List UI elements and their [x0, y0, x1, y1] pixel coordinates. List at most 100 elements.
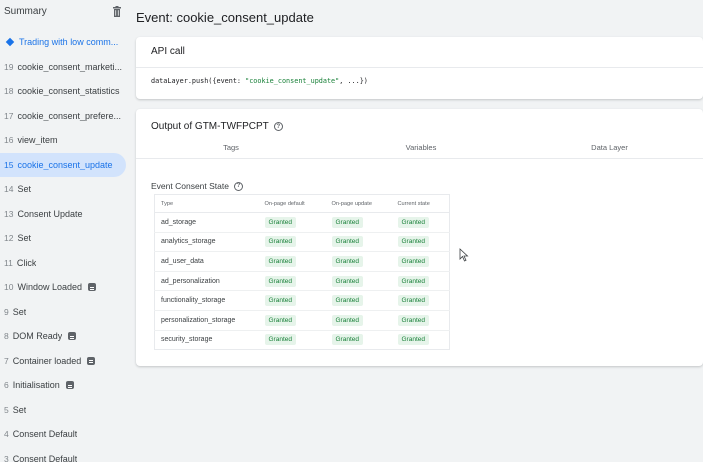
table-row: personalization_storage Granted Granted Gra… [154, 310, 450, 331]
column-header-current: Current state [391, 194, 450, 213]
sidebar-item-number: 15 [4, 159, 14, 170]
sidebar-item-number: 19 [4, 61, 14, 72]
summary-link[interactable]: Summary [4, 6, 47, 17]
sidebar-item[interactable]: 18 cookie_consent_statistics [0, 79, 131, 104]
output-title: Output of GTM-TWFPCPT [151, 121, 269, 132]
status-badge: Granted [397, 275, 429, 287]
sidebar-item[interactable]: 10 Window Loaded [0, 275, 131, 300]
sidebar-item[interactable]: 3 Consent Default [0, 447, 131, 462]
consent-type-cell: ad_storage [154, 212, 259, 233]
status-badge: Granted [397, 295, 429, 307]
status-badge: Granted [331, 255, 363, 267]
status-badge: Granted [397, 314, 429, 326]
sidebar-item-number: 13 [4, 208, 14, 219]
tab-data-layer[interactable]: Data Layer [516, 137, 703, 158]
container-item[interactable]: Trading with low comm... [0, 30, 131, 55]
sidebar-header: Summary [0, 0, 131, 22]
consent-state-cell: Granted [325, 310, 392, 331]
sidebar-item-number: 10 [4, 282, 14, 293]
table-row: ad_personalization Granted Granted Granted [154, 271, 450, 292]
sidebar-item[interactable]: 16 view_item [0, 128, 131, 153]
consent-state-cell: Granted [258, 212, 326, 233]
consent-state-cell: Granted [325, 251, 392, 272]
status-badge: Granted [264, 314, 296, 326]
consent-type-cell: functionality_storage [154, 290, 259, 311]
consent-type-cell: personalization_storage [154, 310, 259, 331]
consent-state-header: Event Consent State ? [136, 159, 703, 195]
consent-state-cell: Granted [326, 330, 392, 350]
output-tabs: Tags Variables Data Layer [136, 137, 703, 159]
sidebar-item[interactable]: 19 cookie_consent_marketi... [0, 55, 131, 80]
page-title: Event: cookie_consent_update [136, 10, 314, 25]
consent-state-cell: Granted [391, 212, 450, 233]
table-header-row: Type On-page default On-page update Curr… [154, 194, 450, 213]
sidebar-item-number: 12 [4, 233, 14, 244]
sidebar-item-number: 9 [4, 306, 9, 317]
event-list: Trading with low comm... 19 cookie_consen… [0, 30, 131, 462]
sidebar-item[interactable]: 12 Set [0, 226, 131, 251]
sidebar-item-label: cookie_consent_statistics [17, 86, 120, 97]
sidebar-item[interactable]: 7 Container loaded [0, 349, 131, 374]
sidebar-item-label: cookie_consent_update [17, 159, 113, 170]
sidebar-item[interactable]: 17 cookie_consent_prefere... [0, 104, 131, 129]
help-icon[interactable]: ? [273, 122, 283, 131]
table-row: analytics_storage Granted Granted Granted [154, 232, 450, 253]
sidebar-item[interactable]: 9 Set [0, 300, 131, 325]
output-card: Output of GTM-TWFPCPT ? Tags Variables D… [136, 109, 703, 366]
sidebar-item-number: 18 [4, 86, 14, 97]
sidebar-item-label: Window Loaded [17, 282, 83, 293]
sidebar-item-number: 16 [4, 135, 14, 146]
consent-state-cell: Granted [391, 290, 450, 311]
tag-fired-icon [65, 381, 74, 390]
consent-type-cell: ad_user_data [154, 251, 259, 272]
api-call-code: dataLayer.push({event: "cookie_consent_u… [151, 77, 368, 85]
tab-tags[interactable]: Tags [136, 137, 326, 158]
sidebar-item[interactable]: 14 Set [0, 177, 131, 202]
sidebar-item-label: Set [12, 404, 27, 415]
status-badge: Granted [264, 334, 296, 346]
sidebar-item[interactable]: 4 Consent Default [0, 422, 131, 447]
table-row: security_storage Granted Granted Granted [155, 330, 450, 350]
status-badge: Granted [331, 295, 363, 307]
consent-state-cell: Granted [259, 330, 326, 350]
status-badge: Granted [331, 334, 363, 346]
sidebar-item-label: Initialisation [12, 380, 60, 391]
sidebar-item[interactable]: 5 Set [0, 398, 131, 423]
status-badge: Granted [264, 236, 296, 248]
status-badge: Granted [264, 295, 296, 307]
sidebar-item-number: 17 [4, 110, 14, 121]
status-badge: Granted [331, 236, 363, 248]
sidebar-item[interactable]: 11 Click [0, 251, 131, 276]
sidebar-item-number: 4 [4, 429, 9, 440]
consent-state-cell: Granted [325, 232, 392, 253]
status-badge: Granted [397, 255, 429, 267]
sidebar-item[interactable]: 8 DOM Ready [0, 324, 131, 349]
status-badge: Granted [397, 334, 429, 346]
delete-icon[interactable] [111, 5, 123, 17]
consent-state-cell: Granted [258, 310, 326, 331]
sidebar-item-label: Set [17, 233, 31, 244]
column-header-update: On-page update [325, 194, 392, 213]
consent-state-cell: Granted [391, 310, 450, 331]
consent-state-cell: Granted [392, 330, 450, 350]
sidebar-item-number: 5 [4, 404, 9, 415]
help-icon[interactable]: ? [233, 181, 243, 191]
consent-type-cell: ad_personalization [154, 271, 259, 292]
consent-table: Type On-page default On-page update Curr… [154, 194, 450, 351]
sidebar-item-label: Consent Default [12, 453, 78, 462]
sidebar-item-label: DOM Ready [12, 331, 63, 342]
sidebar-item[interactable]: 13 Consent Update [0, 202, 131, 227]
sidebar-item-number: 11 [4, 257, 13, 268]
main-panel: Event: cookie_consent_update API call da… [131, 0, 703, 462]
container-icon [5, 38, 15, 47]
sidebar-item-number: 8 [4, 331, 9, 342]
consent-state-cell: Granted [258, 290, 326, 311]
tab-variables[interactable]: Variables [326, 137, 516, 158]
table-row: ad_user_data Granted Granted Granted [154, 251, 450, 272]
sidebar-item[interactable]: 6 Initialisation [0, 373, 131, 398]
sidebar-item[interactable]: 15 cookie_consent_update [0, 152, 126, 177]
status-badge: Granted [331, 314, 363, 326]
status-badge: Granted [264, 216, 296, 228]
consent-type-cell: security_storage [161, 336, 213, 344]
sidebar-item-label: Container loaded [12, 355, 82, 366]
